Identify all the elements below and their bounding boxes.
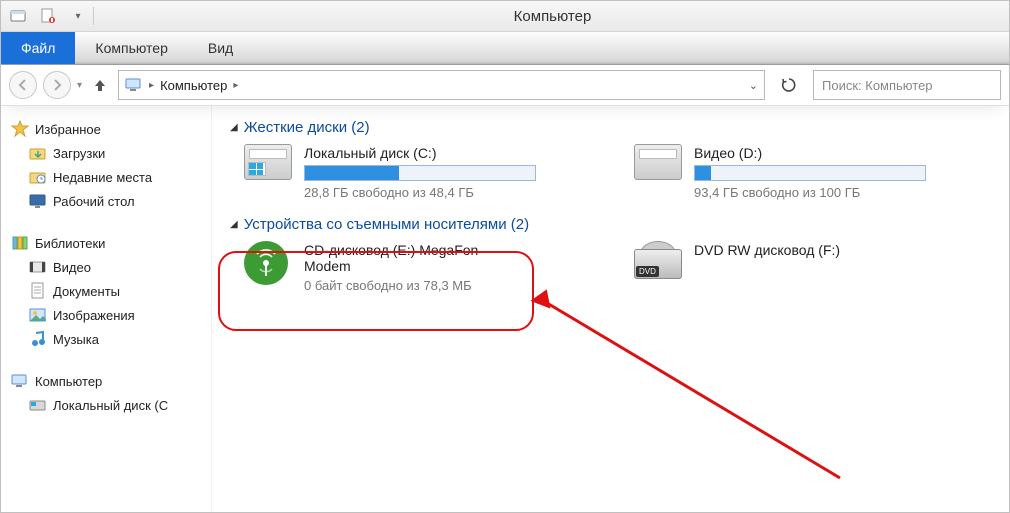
tab-computer[interactable]: Компьютер xyxy=(75,32,187,64)
qat-dropdown-icon[interactable]: ▾ xyxy=(69,7,87,25)
drive-name: Локальный диск (C:) xyxy=(304,145,536,161)
sidebar-item-label: Видео xyxy=(53,260,91,275)
sidebar-libraries[interactable]: Библиотеки xyxy=(11,231,211,255)
dvd-icon: DVD xyxy=(634,241,682,281)
megafon-icon xyxy=(244,241,292,281)
search-input[interactable]: Поиск: Компьютер xyxy=(813,70,1001,100)
sidebar-item-music[interactable]: Музыка xyxy=(11,327,211,351)
drive-name: Видео (D:) xyxy=(694,145,926,161)
computer-icon xyxy=(125,77,143,93)
sidebar-item-label: Загрузки xyxy=(53,146,105,161)
window-title: Компьютер xyxy=(96,8,1009,25)
drive-icon xyxy=(634,144,682,184)
drive-f-dvd[interactable]: DVD DVD RW дисковод (F:) xyxy=(634,241,964,293)
sidebar-item-pictures[interactable]: Изображения xyxy=(11,303,211,327)
sidebar-item-documents[interactable]: Документы xyxy=(11,279,211,303)
star-icon xyxy=(11,120,29,138)
qat-separator xyxy=(93,7,94,25)
sidebar-item-label: Документы xyxy=(53,284,120,299)
content-pane: ◢ Жесткие диски (2) Локальный диск (C:) … xyxy=(212,103,1009,512)
sidebar-item-downloads[interactable]: Загрузки xyxy=(11,141,211,165)
sidebar-favorites[interactable]: Избранное xyxy=(11,117,211,141)
sidebar-item-label: Изображения xyxy=(53,308,135,323)
document-icon xyxy=(29,282,47,300)
chevron-right-icon[interactable]: ▸ xyxy=(233,80,238,91)
sidebar-item-label: Недавние места xyxy=(53,170,152,185)
refresh-button[interactable] xyxy=(775,71,803,99)
titlebar: ▾ Компьютер xyxy=(1,1,1009,32)
sidebar-item-label: Библиотеки xyxy=(35,236,105,251)
collapse-icon: ◢ xyxy=(230,122,238,133)
nav-toolbar: ▾ ▸ Компьютер ▸ ⌄ Поиск: Компьютер xyxy=(1,65,1009,106)
sidebar-item-video[interactable]: Видео xyxy=(11,255,211,279)
tab-file[interactable]: Файл xyxy=(1,32,75,64)
sidebar-item-label: Локальный диск (C xyxy=(53,398,168,413)
desktop-icon xyxy=(29,192,47,210)
drive-icon xyxy=(244,144,292,184)
section-removable[interactable]: ◢ Устройства со съемными носителями (2) xyxy=(230,216,991,233)
video-icon xyxy=(29,258,47,276)
address-bar[interactable]: ▸ Компьютер ▸ ⌄ xyxy=(118,70,765,100)
sidebar-item-label: Избранное xyxy=(35,122,101,137)
drive-free-text: 28,8 ГБ свободно из 48,4 ГБ xyxy=(304,185,536,200)
drive-name: DVD RW дисковод (F:) xyxy=(694,242,840,258)
chevron-right-icon[interactable]: ▸ xyxy=(149,80,154,91)
recent-icon xyxy=(29,168,47,186)
sidebar-item-label: Компьютер xyxy=(35,374,102,389)
sidebar-item-desktop[interactable]: Рабочий стол xyxy=(11,189,211,213)
drive-icon xyxy=(29,396,47,414)
section-label: Устройства со съемными носителями (2) xyxy=(244,216,529,233)
nav-pane: Избранное Загрузки Недавние места xyxy=(1,103,212,512)
annotation-arrow xyxy=(530,288,850,488)
folder-down-icon xyxy=(29,144,47,162)
libraries-icon xyxy=(11,234,29,252)
history-dropdown-icon[interactable]: ▾ xyxy=(77,80,82,91)
explorer-window: ▾ Компьютер Файл Компьютер Вид ▾ ▸ Компь… xyxy=(0,0,1010,513)
address-dropdown-icon[interactable]: ⌄ xyxy=(749,79,758,92)
sidebar-item-label: Рабочий стол xyxy=(53,194,135,209)
search-placeholder: Поиск: Компьютер xyxy=(822,78,933,93)
up-button[interactable] xyxy=(88,73,112,97)
sidebar-item-recent[interactable]: Недавние места xyxy=(11,165,211,189)
computer-icon xyxy=(11,372,29,390)
section-hard-drives[interactable]: ◢ Жесткие диски (2) xyxy=(230,119,991,136)
sidebar-item-local-disk-c[interactable]: Локальный диск (C xyxy=(11,393,211,417)
drive-d[interactable]: Видео (D:) 93,4 ГБ свободно из 100 ГБ xyxy=(634,144,964,200)
sidebar-computer[interactable]: Компьютер xyxy=(11,369,211,393)
capacity-bar xyxy=(694,165,926,181)
drive-free-text: 93,4 ГБ свободно из 100 ГБ xyxy=(694,185,926,200)
sidebar-item-label: Музыка xyxy=(53,332,99,347)
drive-free-text: 0 байт свободно из 78,3 МБ xyxy=(304,278,494,293)
app-icon xyxy=(9,7,27,25)
qat-properties-icon[interactable] xyxy=(39,7,57,25)
music-icon xyxy=(29,330,47,348)
drive-name: CD-дисковод (E:) MegaFon Modem xyxy=(304,242,494,274)
picture-icon xyxy=(29,306,47,324)
drive-c[interactable]: Локальный диск (C:) 28,8 ГБ свободно из … xyxy=(244,144,574,200)
tab-view[interactable]: Вид xyxy=(188,32,253,64)
drive-e-megafon[interactable]: CD-дисковод (E:) MegaFon Modem 0 байт св… xyxy=(244,241,574,293)
capacity-bar xyxy=(304,165,536,181)
section-label: Жесткие диски (2) xyxy=(244,119,370,136)
collapse-icon: ◢ xyxy=(230,219,238,230)
ribbon-tabs: Файл Компьютер Вид xyxy=(1,32,1009,65)
breadcrumb[interactable]: Компьютер xyxy=(160,78,227,93)
forward-button[interactable] xyxy=(43,71,71,99)
back-button[interactable] xyxy=(9,71,37,99)
